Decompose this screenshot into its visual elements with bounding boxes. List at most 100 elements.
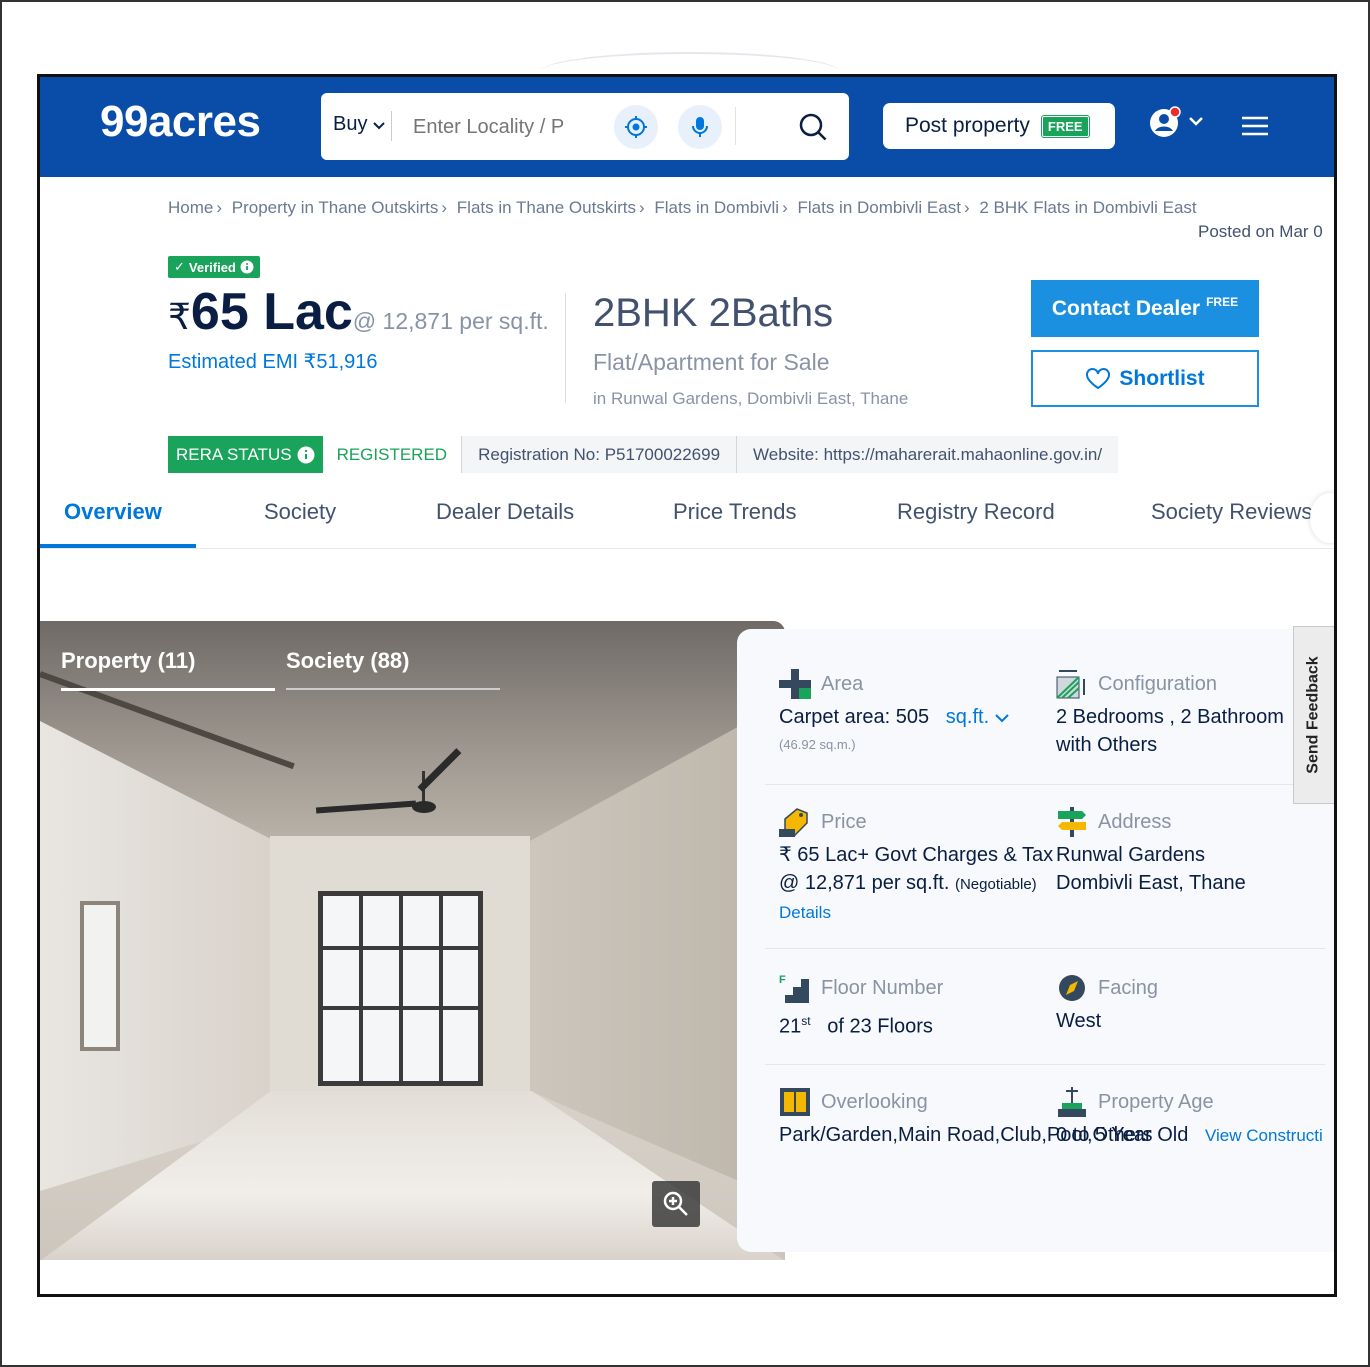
breadcrumb-link[interactable]: Home — [168, 198, 213, 217]
post-property-button[interactable]: Post property FREE — [883, 103, 1115, 149]
search-icon[interactable] — [793, 107, 833, 147]
property-age-label: Property Age — [1056, 1087, 1323, 1117]
view-construction-link[interactable]: View Constructi — [1205, 1126, 1323, 1145]
chevron-down-icon[interactable] — [1188, 113, 1204, 131]
price-label: Price — [779, 807, 1053, 837]
floor-stairs-icon: F — [779, 974, 809, 1003]
photo-window — [318, 891, 483, 1086]
photo-gallery[interactable]: Property (11) Society (88) — [40, 621, 785, 1260]
details-row: Area Carpet area: 505 sq.ft. (46.92 sq.m… — [765, 669, 1325, 785]
rera-registered-value: REGISTERED — [322, 436, 462, 473]
breadcrumb-link[interactable]: Property in Thane Outskirts — [232, 198, 439, 217]
breadcrumb-link[interactable]: Flats in Dombivli — [654, 198, 779, 217]
configuration-label: Configuration — [1056, 669, 1284, 699]
price-value: 65 Lac — [190, 283, 353, 341]
breadcrumb-current[interactable]: 2 BHK Flats in Dombivli East — [979, 198, 1196, 217]
info-icon[interactable] — [297, 446, 315, 464]
gallery-tab-society[interactable]: Society (88) — [286, 648, 410, 674]
price-tag-icon — [779, 808, 808, 837]
hamburger-menu-icon[interactable] — [1240, 115, 1270, 142]
tab-price-trends[interactable]: Price Trends — [673, 499, 797, 525]
tab-society-reviews[interactable]: Society Reviews — [1151, 499, 1312, 525]
area-sqm: (46.92 sq.m.) — [779, 737, 856, 752]
gallery-tab-indicator — [286, 688, 500, 690]
compass-icon — [1059, 975, 1085, 1001]
rera-info-row: RERA STATUS REGISTERED Registration No: … — [168, 436, 1119, 473]
estimated-emi-link[interactable]: Estimated EMI ₹51,916 — [168, 349, 378, 374]
user-account-icon[interactable] — [1148, 105, 1184, 144]
chevron-down-icon — [373, 122, 385, 130]
active-tab-indicator — [40, 544, 196, 548]
price-detail-value: ₹ 65 Lac+ Govt Charges & Tax — [779, 844, 1054, 866]
divider — [735, 107, 736, 145]
breadcrumb: Home › Property in Thane Outskirts › Flats… — [168, 198, 1197, 217]
floor-suffix: st — [801, 1014, 811, 1028]
section-tabs: Overview Society Dealer Details Price Tr… — [40, 487, 1334, 549]
free-badge: FREE — [1040, 114, 1090, 138]
configuration-value-2: with Others — [1056, 734, 1158, 756]
price-per-sqft-detail: @ 12,871 per sq.ft. — [779, 872, 950, 894]
logo[interactable]: 99acres — [100, 97, 261, 147]
facing-label: Facing — [1056, 973, 1158, 1003]
tab-overview[interactable]: Overview — [64, 499, 162, 525]
details-row: F Floor Number 21st of 23 Floors Facing … — [765, 973, 1325, 1065]
browser-screen: 99acres Buy Post property FREE — [37, 74, 1337, 1297]
property-age-value: 0 to 5 Year Old — [1056, 1124, 1189, 1146]
address-value-1: Runwal Gardens — [1056, 844, 1205, 866]
microphone-icon[interactable] — [678, 105, 722, 149]
tab-registry-record[interactable]: Registry Record — [897, 499, 1055, 525]
floor-number-label: F Floor Number — [779, 973, 943, 1003]
property-details-card: Area Carpet area: 505 sq.ft. (46.92 sq.m… — [737, 629, 1334, 1252]
tab-dealer-details[interactable]: Dealer Details — [436, 499, 574, 525]
info-icon[interactable] — [240, 260, 254, 274]
signpost-icon — [1058, 807, 1086, 837]
breadcrumb-link[interactable]: Flats in Thane Outskirts — [457, 198, 636, 217]
heart-icon — [1086, 367, 1111, 389]
tab-society[interactable]: Society — [264, 499, 336, 525]
posted-date: Posted on Mar 0 — [1198, 222, 1323, 241]
currency-symbol: ₹ — [168, 296, 191, 337]
free-badge: FREE — [1206, 294, 1239, 309]
overlooking-window-icon — [780, 1088, 810, 1116]
search-bar: Buy — [321, 93, 849, 160]
gallery-tab-property[interactable]: Property (11) — [61, 648, 196, 674]
details-row: Overlooking Park/Garden,Main Road,Club,P… — [765, 1087, 1325, 1207]
construction-icon — [1058, 1087, 1086, 1117]
chevron-down-icon — [994, 714, 1009, 723]
svg-text:F: F — [779, 974, 786, 986]
zoom-in-icon[interactable] — [652, 1181, 700, 1227]
gallery-tab-indicator — [61, 688, 275, 691]
divider — [391, 111, 392, 141]
configuration-value-1: 2 Bedrooms , 2 Bathroom — [1056, 706, 1284, 728]
price: ₹65 Lac@ 12,871 per sq.ft. — [168, 282, 549, 342]
contact-dealer-label: Contact Dealer — [1051, 296, 1201, 320]
locality-search-input[interactable] — [413, 111, 583, 143]
rera-status-badge: RERA STATUS — [168, 436, 323, 473]
configuration-icon — [1056, 670, 1085, 699]
floor-number-value: 21 — [779, 1015, 802, 1038]
breadcrumb-link[interactable]: Flats in Dombivli East — [798, 198, 961, 217]
verified-badge: ✓ Verified — [168, 256, 260, 278]
area-icon — [779, 669, 811, 699]
facing-value: West — [1056, 1010, 1102, 1032]
area-label: Area — [779, 669, 1009, 699]
rera-status-label: RERA STATUS — [176, 444, 292, 464]
divider — [565, 293, 566, 403]
location-target-icon[interactable] — [614, 105, 658, 149]
address-value-2: Dombivli East, Thane — [1056, 872, 1246, 894]
listing-title: 2BHK 2Baths — [593, 291, 834, 335]
price-per-sqft: @ 12,871 per sq.ft. — [352, 308, 549, 334]
post-property-label: Post property — [905, 114, 1030, 137]
buy-dropdown[interactable]: Buy — [333, 113, 385, 136]
send-feedback-tab[interactable]: Send Feedback — [1293, 626, 1334, 804]
details-row: Price ₹ 65 Lac+ Govt Charges & Tax @ 12,… — [765, 807, 1325, 949]
verified-label: Verified — [188, 259, 236, 275]
contact-dealer-button[interactable]: Contact Dealer FREE — [1031, 280, 1259, 337]
carpet-area-value: Carpet area: 505 — [779, 706, 930, 728]
top-header: 99acres Buy Post property FREE — [40, 77, 1334, 177]
rera-website[interactable]: Website: https://maharerait.mahaonline.g… — [736, 436, 1118, 473]
area-unit-dropdown[interactable]: sq.ft. — [946, 706, 1009, 728]
tabs-next-arrow-icon[interactable] — [1310, 493, 1334, 543]
shortlist-button[interactable]: Shortlist — [1031, 350, 1259, 407]
price-details-link[interactable]: Details — [779, 903, 1053, 923]
